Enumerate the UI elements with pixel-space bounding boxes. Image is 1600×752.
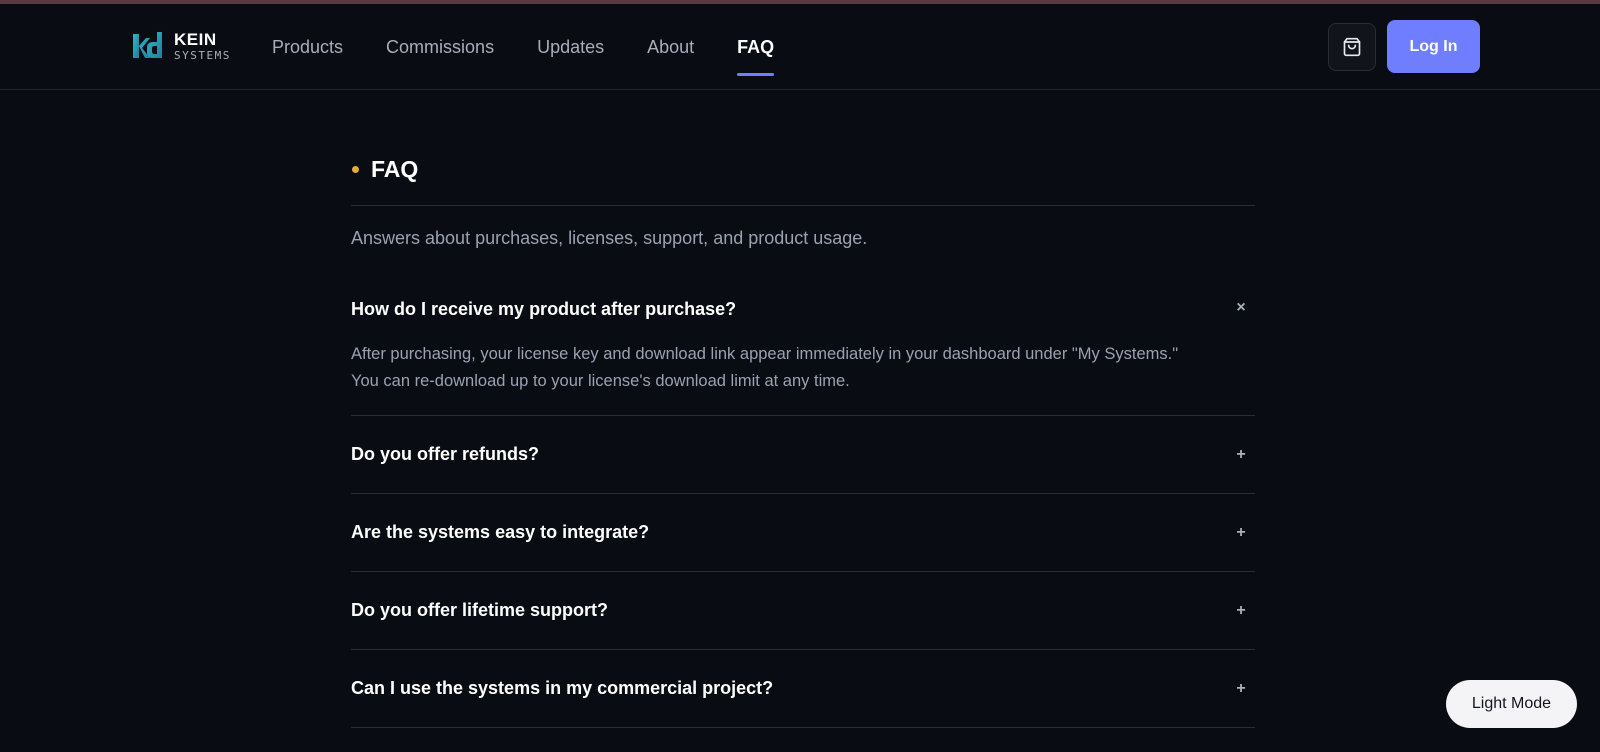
- site-header: KEIN SYSTEMS Products Commissions Update…: [0, 4, 1600, 90]
- nav-item-updates[interactable]: Updates: [537, 4, 604, 90]
- plus-icon[interactable]: +: [1233, 680, 1249, 698]
- faq-question-toggle[interactable]: Do you offer refunds? +: [351, 416, 1255, 493]
- nav-item-commissions[interactable]: Commissions: [386, 4, 494, 90]
- faq-item: Can I use the systems in my commercial p…: [351, 650, 1255, 728]
- plus-icon[interactable]: +: [1233, 602, 1249, 620]
- page-title-text: FAQ: [371, 156, 419, 182]
- faq-question-toggle[interactable]: Do you offer lifetime support? +: [351, 572, 1255, 649]
- light-mode-toggle-button[interactable]: Light Mode: [1446, 680, 1577, 728]
- faq-question-toggle[interactable]: Are the systems easy to integrate? +: [351, 494, 1255, 571]
- faq-question: Can I use the systems in my commercial p…: [351, 678, 774, 698]
- plus-icon[interactable]: +: [1233, 446, 1249, 464]
- faq-answer: After purchasing, your license key and d…: [351, 345, 1179, 390]
- cart-button[interactable]: [1328, 23, 1376, 71]
- faq-question: How do I receive my product after purcha…: [351, 299, 737, 319]
- faq-list: How do I receive my product after purcha…: [351, 293, 1255, 728]
- kd-logo-icon: [133, 32, 162, 58]
- faq-question: Do you offer lifetime support?: [351, 600, 609, 620]
- shopping-bag-icon: [1343, 37, 1361, 57]
- nav-item-faq[interactable]: FAQ: [737, 4, 775, 90]
- faq-section: FAQ Answers about purchases, licenses, s…: [351, 90, 1255, 728]
- faq-question: Are the systems easy to integrate?: [351, 522, 650, 542]
- title-bullet-dot: [352, 166, 359, 173]
- faq-item: Are the systems easy to integrate? +: [351, 494, 1255, 572]
- faq-item: Do you offer lifetime support? +: [351, 572, 1255, 650]
- main-nav: Products Commissions Updates About FAQ: [272, 4, 817, 90]
- faq-question-toggle[interactable]: Can I use the systems in my commercial p…: [351, 650, 1255, 727]
- nav-item-about[interactable]: About: [647, 4, 694, 90]
- close-icon[interactable]: ×: [1233, 299, 1249, 317]
- page-subtitle: Answers about purchases, licenses, suppo…: [351, 228, 868, 248]
- faq-item: How do I receive my product after purcha…: [351, 293, 1255, 416]
- nav-item-products[interactable]: Products: [272, 4, 343, 90]
- title-divider: [351, 205, 1255, 206]
- brand-name: KEIN: [174, 30, 217, 49]
- plus-icon[interactable]: +: [1233, 524, 1249, 542]
- faq-item: Do you offer refunds? +: [351, 416, 1255, 494]
- faq-question-toggle[interactable]: How do I receive my product after purcha…: [351, 293, 1255, 341]
- brand-logo[interactable]: KEIN SYSTEMS: [130, 28, 231, 64]
- page-title: FAQ: [351, 156, 1255, 183]
- login-button[interactable]: Log In: [1387, 20, 1480, 73]
- brand-subname: SYSTEMS: [174, 49, 231, 62]
- faq-question: Do you offer refunds?: [351, 444, 539, 464]
